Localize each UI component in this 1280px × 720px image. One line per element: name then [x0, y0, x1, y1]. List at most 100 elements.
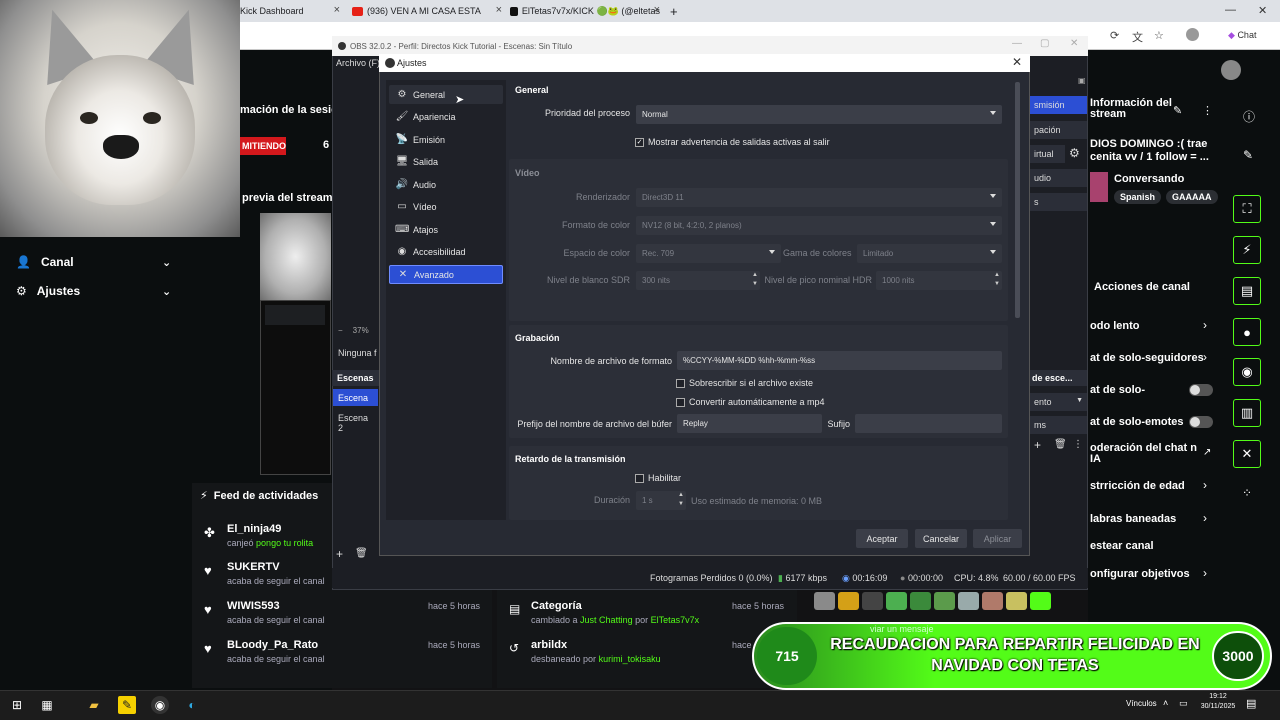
windows-start-icon[interactable]: ⊞ [8, 696, 26, 714]
tab-tiktok[interactable]: ElTetas7v7x/KICK 🟢🐸 (@eltetas × [510, 0, 660, 22]
tab-kick-dashboard[interactable]: Kick Dashboard × [240, 0, 340, 22]
network-icon[interactable]: ▭ [1179, 698, 1188, 709]
remux-checkbox[interactable]: Convertir automáticamente a mp4 [676, 397, 825, 407]
fullscreen-icon[interactable]: ⛶ [1233, 195, 1261, 223]
transition-duration[interactable]: ms [1030, 416, 1087, 434]
add-icon[interactable]: + [1034, 438, 1041, 452]
priority-select[interactable]: Normal [636, 105, 1002, 124]
transition-select[interactable]: ento ▼ [1030, 393, 1087, 411]
apply-button[interactable]: Aplicar [973, 529, 1022, 548]
filename-format-input[interactable]: %CCYY-%MM-%DD %hh-%mm-%ss [677, 351, 1002, 370]
gear-icon[interactable]: ⚙ [1069, 146, 1080, 160]
profile-avatar[interactable] [1186, 28, 1199, 41]
close-icon[interactable]: ✕ [1070, 38, 1078, 49]
settings-scrollbar[interactable] [1015, 82, 1020, 318]
nav-atajos[interactable]: ⌨ Atajos [389, 220, 503, 239]
warn-active-outputs-checkbox[interactable]: ✓ Mostrar advertencia de salidas activas … [635, 137, 830, 147]
notification-icon[interactable]: ▤ [1246, 697, 1256, 710]
checkbox[interactable] [676, 397, 685, 407]
emote-icon[interactable] [838, 592, 859, 610]
emote-icon[interactable] [958, 592, 979, 610]
menu-canal[interactable]: 👤 Canal ⌄ [16, 255, 171, 269]
trash-icon[interactable]: 🗑 [355, 548, 368, 559]
dock-menu-icon[interactable]: ▣ [1078, 76, 1086, 85]
emote-icon[interactable] [886, 592, 907, 610]
accept-button[interactable]: Aceptar [856, 529, 908, 548]
links-toolbar[interactable]: Vínculos [1126, 699, 1157, 708]
pencil-icon[interactable]: ✎ [1173, 104, 1182, 117]
nav-salida[interactable]: 🖥 Salida [389, 152, 503, 171]
more-icon[interactable]: ⋮ [1202, 104, 1213, 117]
file-explorer-icon[interactable]: ▰ [85, 696, 103, 714]
new-tab-button[interactable]: + [670, 0, 684, 22]
delay-enable-checkbox[interactable]: Habilitar [635, 473, 681, 483]
nav-emision[interactable]: 📡 Emisión [389, 130, 503, 149]
emote-icon[interactable] [1030, 592, 1051, 610]
toggle-emotes-only[interactable] [1189, 416, 1213, 428]
chevron-up-icon[interactable]: ˄ [1163, 698, 1168, 708]
overwrite-checkbox[interactable]: Sobrescribir si el archivo existe [676, 378, 813, 388]
add-scene-icon[interactable]: + [336, 547, 343, 561]
action-subs-only[interactable]: at de solo- [1090, 384, 1145, 396]
action-raid-channel[interactable]: estear canal [1090, 540, 1154, 552]
emote-icon[interactable] [1006, 592, 1027, 610]
broadcast-icon[interactable]: ◉ [1233, 358, 1261, 386]
menu-archivo[interactable]: Archivo (F) [332, 56, 380, 72]
more-icon[interactable]: ⋮ [1073, 439, 1083, 450]
chat-button[interactable]: ◆ Chat [1228, 30, 1256, 41]
feed-user[interactable]: BLoody_Pa_Rato [227, 639, 318, 651]
suffix-input[interactable] [855, 414, 1002, 433]
close-icon[interactable]: × [334, 4, 340, 16]
buffer-prefix-input[interactable]: Replay [677, 414, 822, 433]
edge-browser-icon[interactable]: ◐ [183, 696, 201, 714]
action-emotes-only[interactable]: at de solo-emotes [1090, 416, 1184, 428]
trash-icon[interactable]: 🗑 [1054, 439, 1067, 450]
menu-ajustes[interactable]: ⚙ Ajustes ⌄ [16, 284, 171, 298]
feed-user[interactable]: El_ninja49 [227, 523, 281, 535]
nav-accesibilidad[interactable]: ◉ Accesibilidad [389, 242, 503, 261]
checkbox[interactable] [635, 473, 644, 483]
dock-studio-mode[interactable]: udio [1030, 169, 1087, 187]
obs-taskbar-icon[interactable]: ◉ [151, 696, 169, 714]
emote-icon[interactable] [862, 592, 883, 610]
feed-user[interactable]: arbildx [531, 639, 567, 651]
avatar[interactable] [1221, 60, 1241, 80]
apps-icon[interactable]: ⁘ [1242, 486, 1252, 500]
emote-icon[interactable] [910, 592, 931, 610]
nav-avanzado[interactable]: ✕ Avanzado [389, 265, 503, 284]
action-ai-moderation[interactable]: oderación del chat n IA [1090, 443, 1200, 465]
action-banned-words[interactable]: labras baneadas [1090, 513, 1176, 525]
action-configure-goals[interactable]: onfigurar objetivos [1090, 568, 1190, 580]
checkbox[interactable] [676, 378, 685, 388]
toggle-subs-only[interactable] [1189, 384, 1213, 396]
sticky-notes-icon[interactable]: ✎ [118, 696, 136, 714]
nav-apariencia[interactable]: 🖌 Apariencia [389, 107, 503, 126]
split-icon[interactable]: ▥ [1233, 399, 1261, 427]
translate-icon[interactable]: 文 [1132, 29, 1143, 45]
checkbox-checked[interactable]: ✓ [635, 137, 644, 147]
action-age-restriction[interactable]: strricción de edad [1090, 480, 1185, 492]
action-followers-only[interactable]: at de solo-seguidores [1090, 352, 1204, 364]
pen-icon[interactable]: ✎ [1243, 148, 1253, 162]
emote-icon[interactable] [814, 592, 835, 610]
lightning-icon[interactable]: ⚡ [1233, 236, 1261, 264]
close-icon[interactable]: ✕ [1012, 55, 1022, 69]
feed-user[interactable]: SUKERTV [227, 561, 280, 573]
taskbar-clock[interactable]: 19:12 30/11/2025 [1198, 692, 1238, 712]
maximize-icon[interactable]: ▢ [1040, 38, 1049, 49]
dock-virtual-cam[interactable]: irtual [1030, 145, 1065, 163]
extension-icon[interactable]: ⟳ [1110, 29, 1119, 42]
wrench-icon[interactable]: ✕ [1233, 440, 1261, 468]
minimize-icon[interactable]: — [1225, 4, 1236, 16]
info-icon[interactable]: ⓘ [1243, 108, 1255, 125]
cancel-button[interactable]: Cancelar [915, 529, 967, 548]
task-view-icon[interactable]: ▦ [38, 696, 56, 714]
feed-user[interactable]: WIWIS593 [227, 600, 280, 612]
close-icon[interactable]: × [496, 4, 502, 16]
scene-item[interactable]: Escena [333, 389, 378, 406]
action-slow-mode[interactable]: odo lento [1090, 320, 1140, 332]
tab-youtube[interactable]: (936) VEN A MI CASA ESTA × [352, 0, 502, 22]
chat-bubble-icon[interactable]: ● [1233, 318, 1261, 346]
nav-video[interactable]: ▭ Vídeo [389, 197, 503, 216]
minimize-icon[interactable]: — [1012, 38, 1022, 49]
